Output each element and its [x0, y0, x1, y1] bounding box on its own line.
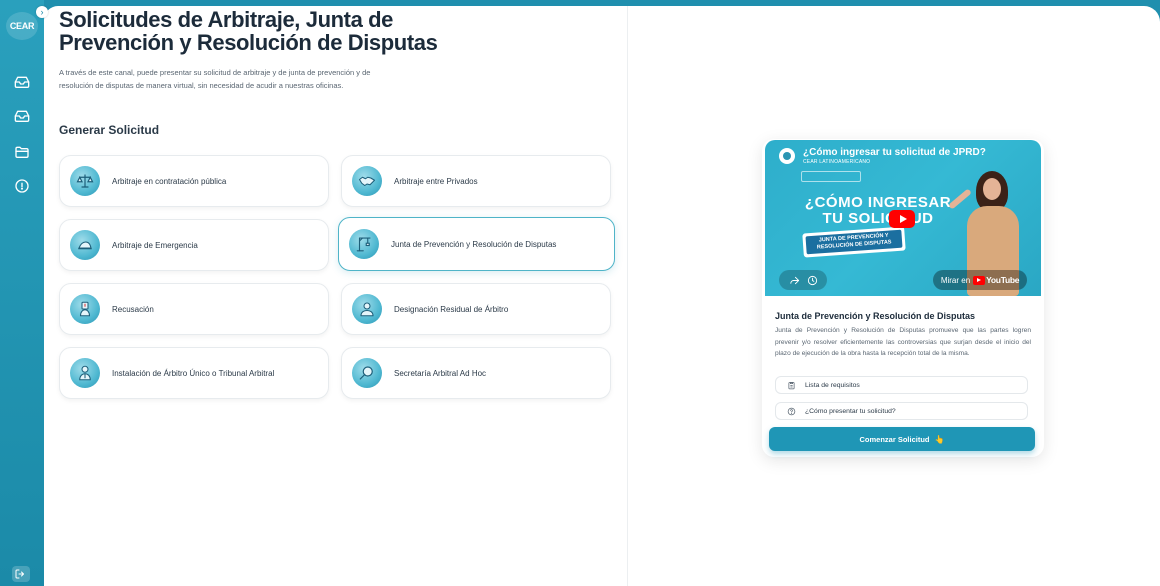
card-designacion-residual-arbitro[interactable]: Designación Residual de Árbitro: [341, 283, 611, 335]
play-icon[interactable]: [889, 210, 915, 228]
youtube-logo: YouTube: [973, 275, 1019, 285]
watch-on-youtube-button[interactable]: Mirar en YouTube: [933, 270, 1027, 290]
card-label: Recusación: [112, 304, 154, 314]
option-label: ¿Cómo presentar tu solicitud?: [805, 407, 896, 415]
info-icon[interactable]: [14, 178, 30, 194]
chevron-right-icon[interactable]: ›: [36, 6, 48, 18]
card-secretaria-arbitral-ad-hoc[interactable]: Secretaría Arbitral Ad Hoc: [341, 347, 611, 399]
clock-icon[interactable]: [807, 275, 818, 286]
recusal-icon: [70, 294, 100, 324]
emergency-icon: [70, 230, 100, 260]
cear-logo[interactable]: CEAR: [6, 12, 38, 40]
watch-label: Mirar en: [940, 275, 971, 285]
card-label: Arbitraje de Emergencia: [112, 240, 198, 250]
folder-icon[interactable]: [14, 144, 30, 160]
option-label: Lista de requisitos: [805, 381, 860, 389]
logo-text: CEAR: [9, 21, 35, 31]
sidebar: CEAR: [0, 0, 44, 586]
card-arbitraje-contratacion-publica[interactable]: Arbitraje en contratación pública: [59, 155, 329, 207]
card-label: Junta de Prevención y Resolución de Disp…: [391, 239, 557, 249]
card-junta-prevencion-resolucion-disputas[interactable]: Junta de Prevención y Resolución de Disp…: [338, 217, 615, 271]
arbitrator-icon: [352, 294, 382, 324]
magnifier-icon: [352, 358, 382, 388]
card-label: Designación Residual de Árbitro: [394, 304, 509, 314]
handshake-icon: [352, 166, 382, 196]
panel-title: Junta de Prevención y Resolución de Disp…: [775, 311, 976, 321]
pane-divider: [627, 6, 628, 586]
channel-avatar[interactable]: [779, 148, 795, 164]
card-label: Arbitraje entre Privados: [394, 176, 478, 186]
youtube-icon: [973, 275, 986, 285]
video-tag: JUNTA DE PREVENCIÓN Y RESOLUCIÓN DE DISP…: [802, 226, 906, 258]
video-tag-text: JUNTA DE PREVENCIÓN Y RESOLUCIÓN DE DISP…: [805, 229, 903, 255]
card-label: Instalación de Árbitro Único o Tribunal …: [112, 368, 275, 378]
card-label: Secretaría Arbitral Ad Hoc: [394, 368, 487, 378]
inbox-icon[interactable]: [14, 74, 30, 90]
card-arbitraje-privados[interactable]: Arbitraje entre Privados: [341, 155, 611, 207]
video-channel: CEAR LATINOAMERICANO: [803, 159, 871, 165]
pointer-icon: 👆: [934, 434, 945, 444]
how-to-submit-button[interactable]: ¿Cómo presentar tu solicitud?: [775, 402, 1028, 420]
video-player[interactable]: ¿Cómo ingresar tu solicitud de JPRD? CEA…: [765, 140, 1041, 296]
card-arbitraje-emergencia[interactable]: Arbitraje de Emergencia: [59, 219, 329, 271]
start-request-button[interactable]: Comenzar Solicitud 👆: [769, 427, 1035, 451]
section-title: Generar Solicitud: [59, 123, 160, 137]
card-label: Arbitraje en contratación pública: [112, 176, 227, 186]
card-recusacion[interactable]: Recusación: [59, 283, 329, 335]
question-icon: [787, 407, 796, 416]
left-pane: Solicitudes de Arbitraje, Junta de Preve…: [44, 6, 627, 586]
inbox-icon[interactable]: [14, 108, 30, 124]
video-controls: [779, 270, 827, 290]
scales-icon: [70, 166, 100, 196]
tribunal-icon: [70, 358, 100, 388]
page-title: Solicitudes de Arbitraje, Junta de Preve…: [59, 7, 438, 55]
video-title[interactable]: ¿Cómo ingresar tu solicitud de JPRD?: [803, 147, 986, 158]
share-icon[interactable]: [789, 275, 800, 286]
logout-icon[interactable]: [12, 566, 30, 582]
crane-icon: [349, 229, 379, 259]
main-content: Solicitudes de Arbitraje, Junta de Preve…: [44, 6, 1160, 586]
card-instalacion-arbitro-unico[interactable]: Instalación de Árbitro Único o Tribunal …: [59, 347, 329, 399]
panel-description: Junta de Prevención y Resolución de Disp…: [775, 327, 1031, 357]
clipboard-icon: [787, 381, 796, 390]
page-description: A través de este canal, puede presentar …: [59, 68, 371, 90]
button-label: Comenzar Solicitud: [859, 434, 930, 444]
detail-panel: ¿Cómo ingresar tu solicitud de JPRD? CEA…: [762, 139, 1044, 457]
video-brand-logo: [801, 171, 861, 182]
video-headline: ¿CÓMO INGRESAR TU SOLICITUD: [804, 194, 952, 227]
requirements-list-button[interactable]: Lista de requisitos: [775, 376, 1028, 394]
